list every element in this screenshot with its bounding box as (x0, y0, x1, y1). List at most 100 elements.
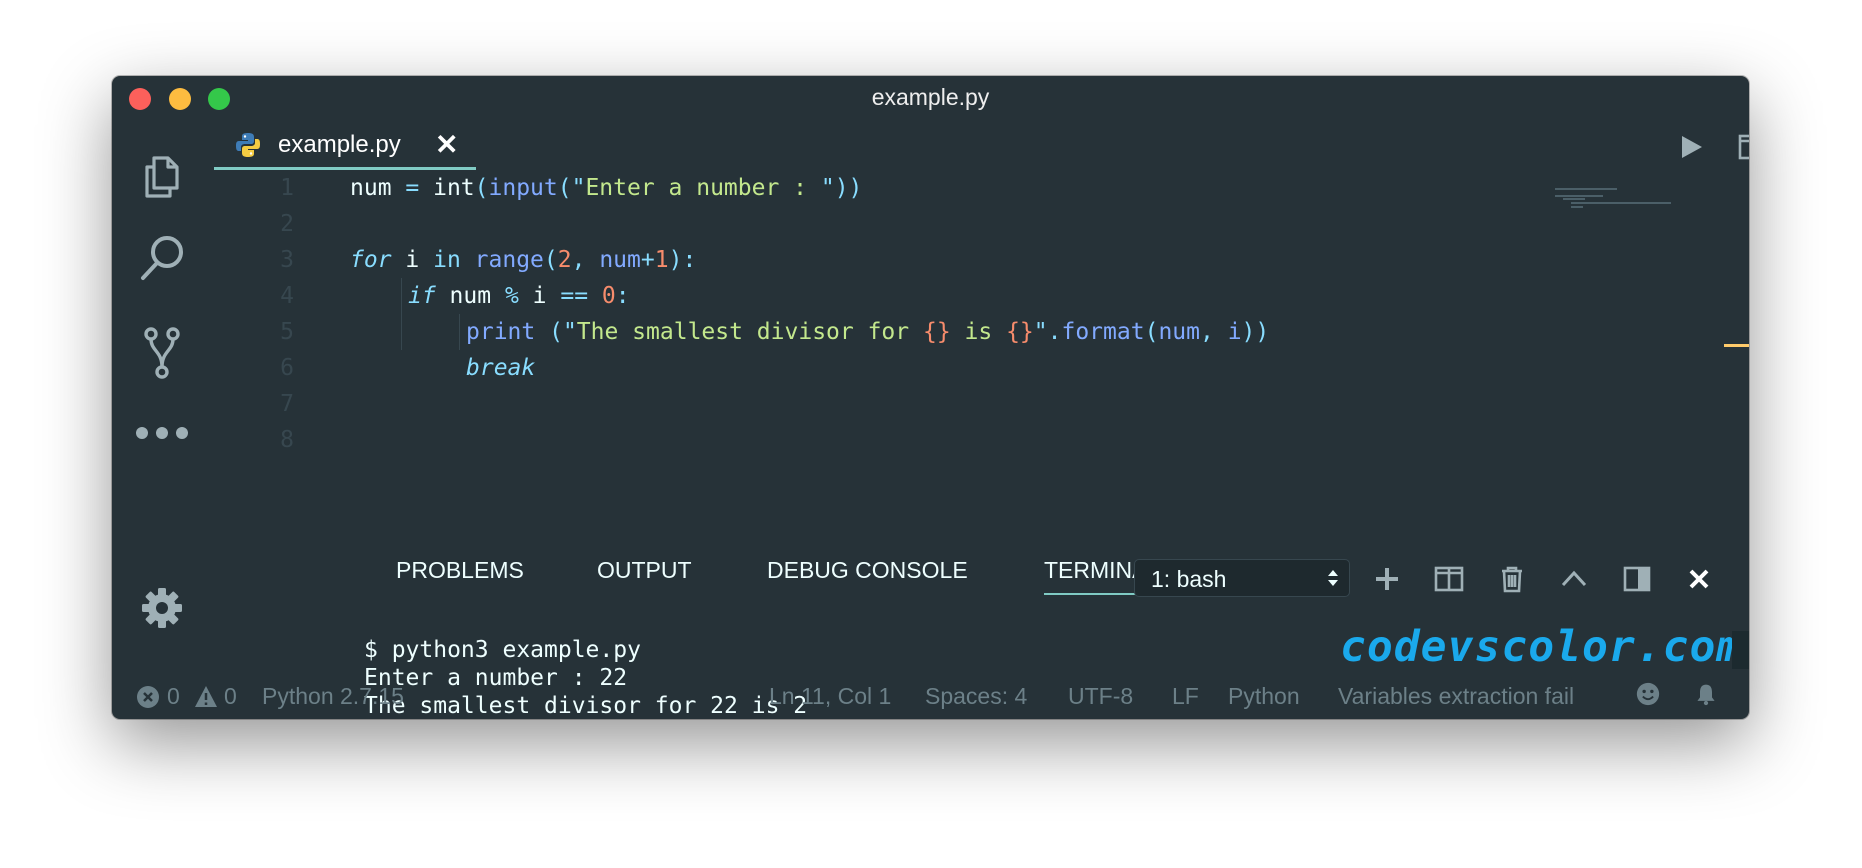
title-bar: example.py (112, 76, 1749, 120)
code-token: ): (668, 247, 697, 273)
code-token: (" (557, 175, 586, 201)
code-token: 1 (654, 247, 669, 273)
terminal-scrollbar[interactable] (1732, 631, 1749, 669)
window-title: example.py (871, 84, 990, 110)
python-file-icon (235, 132, 261, 158)
code-token: : (615, 283, 630, 309)
code-token: ")) (820, 175, 863, 201)
overview-ruler-marker (1724, 344, 1749, 347)
activity-bar (112, 120, 212, 674)
split-editor-icon[interactable] (1738, 132, 1749, 162)
code-token: % (504, 283, 519, 309)
python-interpreter[interactable]: Python 2.7.15 (262, 683, 404, 710)
trash-icon[interactable] (1497, 564, 1527, 594)
end-of-line[interactable]: LF (1172, 683, 1199, 710)
editor-tab-bar: example.py ✕ (214, 120, 1749, 170)
code-text: print ("The smallest divisor for {} is {… (466, 314, 1269, 350)
source-control-icon[interactable] (134, 325, 190, 381)
line-number: 6 (280, 355, 294, 381)
code-token: range (474, 247, 544, 273)
code-token: num (599, 247, 641, 273)
code-token: int (433, 175, 475, 201)
cursor-position[interactable]: Ln 11, Col 1 (769, 683, 891, 710)
code-token: == (560, 283, 589, 309)
warning-count[interactable]: 0 (224, 683, 237, 710)
code-token: The smallest divisor for (576, 319, 923, 345)
split-terminal-icon[interactable] (1434, 564, 1464, 594)
code-line[interactable]: 7 (214, 386, 1614, 422)
line-number: 7 (280, 391, 294, 417)
code-token: print (466, 319, 536, 345)
line-number: 2 (280, 211, 294, 237)
close-panel-icon[interactable] (1684, 564, 1714, 594)
code-token: num (350, 175, 406, 201)
code-token: input (488, 175, 558, 201)
tab-problems[interactable]: PROBLEMS (396, 555, 524, 595)
code-line[interactable]: 1 num = int(input("Enter a number : ")) (214, 170, 1614, 206)
run-icon[interactable] (1676, 132, 1706, 162)
terminal-line: $ python3 example.py (364, 637, 641, 663)
code-token: 2 (557, 247, 572, 273)
code-text: num = int(input("Enter a number : ")) (350, 170, 862, 206)
code-token: num (435, 283, 505, 309)
indentation[interactable]: Spaces: 4 (925, 683, 1027, 710)
tab-example-py[interactable]: example.py ✕ (214, 120, 476, 170)
code-token: i (391, 247, 434, 273)
code-token: , (1199, 319, 1228, 345)
warning-icon (194, 685, 218, 709)
line-number: 8 (280, 427, 294, 453)
select-arrows-icon (1327, 566, 1339, 590)
chevron-up-icon[interactable] (1559, 564, 1589, 594)
error-count[interactable]: 0 (167, 683, 180, 710)
code-editor[interactable]: 1 num = int(input("Enter a number : ")) 2 3… (214, 170, 1634, 545)
code-token: in (433, 247, 461, 273)
gear-icon[interactable] (134, 580, 190, 636)
code-token: Enter a number : (585, 175, 821, 201)
code-line[interactable]: 2 (214, 206, 1614, 242)
toggle-panel-icon[interactable] (1622, 564, 1652, 594)
encoding[interactable]: UTF-8 (1068, 683, 1133, 710)
code-token: num (1158, 319, 1200, 345)
code-line[interactable]: 4 if num % i == 0: (214, 278, 1614, 314)
plus-icon[interactable] (1372, 564, 1402, 594)
minimap[interactable] (1554, 188, 1704, 228)
code-text: break (466, 350, 535, 386)
code-line[interactable]: 8 (214, 422, 1614, 458)
line-number: 5 (280, 319, 294, 345)
code-line[interactable]: 5 print ("The smallest divisor for {} is … (214, 314, 1614, 350)
code-token: ( (1144, 319, 1159, 345)
code-token: {} (1006, 319, 1034, 345)
notification-bell-icon[interactable] (1694, 682, 1722, 710)
tab-debug-console[interactable]: DEBUG CONSOLE (767, 555, 968, 595)
code-token: ( (474, 175, 489, 201)
files-icon[interactable] (134, 148, 190, 204)
code-token: if (408, 283, 436, 309)
code-token: + (640, 247, 655, 273)
terminal-select[interactable]: 1: bash (1134, 559, 1350, 597)
line-number: 1 (280, 175, 294, 201)
feedback-smiley-icon[interactable] (1636, 682, 1664, 710)
code-token: ( (543, 247, 558, 273)
code-token: i (1227, 319, 1242, 345)
more-icon[interactable] (134, 405, 190, 461)
code-token: = (405, 175, 434, 201)
code-token: for (350, 247, 392, 273)
tab-label: example.py (278, 131, 401, 158)
code-line[interactable]: 6 break (214, 350, 1614, 386)
status-message: Variables extraction fail (1338, 683, 1575, 709)
search-icon[interactable] (134, 230, 190, 286)
terminal-select-value: 1: bash (1151, 566, 1227, 592)
code-line[interactable]: 3 for i in range(2, num+1): (214, 242, 1614, 278)
line-number: 4 (280, 283, 294, 309)
code-token: break (466, 355, 536, 381)
tab-output[interactable]: OUTPUT (597, 555, 692, 595)
code-text: for i in range(2, num+1): (350, 242, 696, 278)
language-mode[interactable]: Python (1228, 683, 1300, 710)
tab-close-icon[interactable]: ✕ (435, 128, 458, 161)
code-token: {} (922, 319, 951, 345)
code-token: format (1061, 319, 1145, 345)
error-icon (136, 685, 160, 709)
code-text: if num % i == 0: (408, 278, 630, 314)
status-bar: 0 0 Python 2.7.15 Ln 11, Col 1 Spaces: 4… (112, 674, 1749, 719)
